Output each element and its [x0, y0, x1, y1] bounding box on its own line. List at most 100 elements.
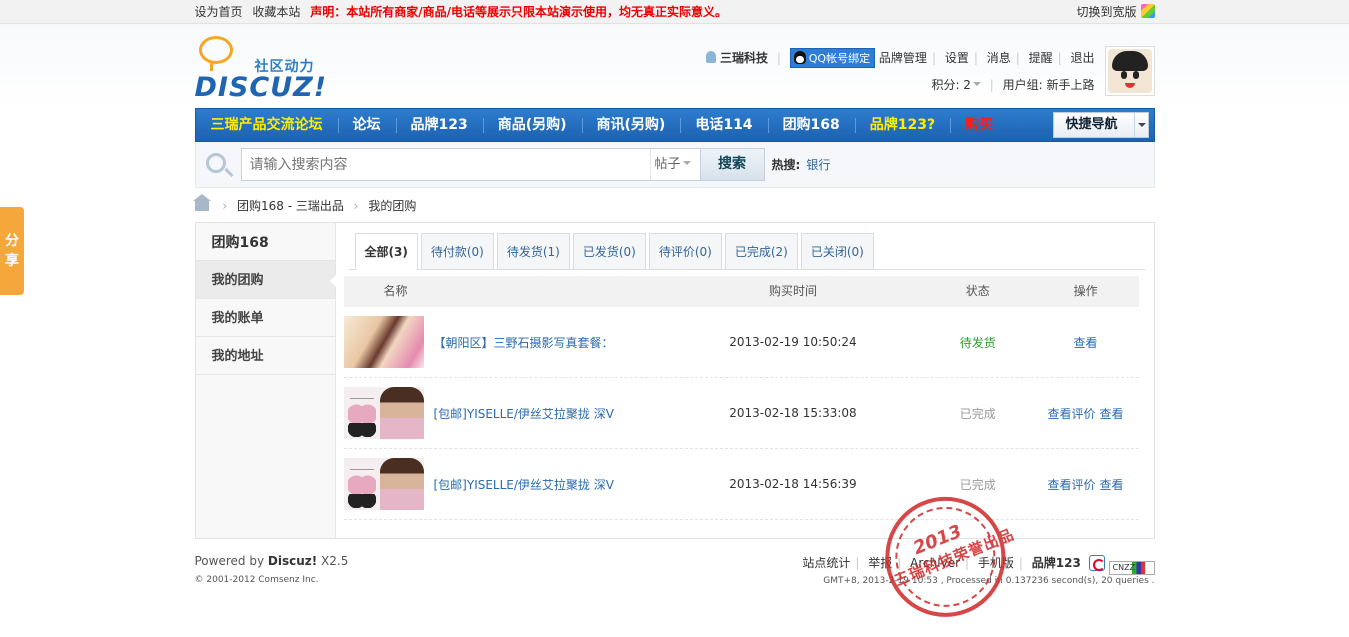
order-time: 2013-02-18 14:56:39: [729, 477, 857, 491]
wide-layout-icon: [1140, 4, 1155, 18]
table-row: [包邮]YISELLE/伊丝艾拉聚拢 深V 2013-02-18 14:56:3…: [343, 449, 1139, 520]
col-status: 状态: [965, 284, 990, 298]
chevron-down-icon: [972, 82, 981, 90]
switch-wide-label: 切换到宽版: [1076, 5, 1137, 19]
tab-all[interactable]: 全部(3): [354, 233, 418, 270]
product-image[interactable]: [343, 458, 424, 510]
view-link[interactable]: 查看: [1100, 478, 1124, 492]
chevron-down-icon: [682, 161, 691, 169]
search-type-select[interactable]: 帖子: [649, 149, 700, 180]
search-button[interactable]: 搜索: [699, 149, 764, 180]
tab-completed[interactable]: 已完成(2): [724, 233, 798, 269]
quick-nav-label: 快捷导航: [1065, 117, 1118, 132]
points-dropdown[interactable]: 积分: 2: [931, 78, 981, 92]
logo-brand: DISCUZ!: [194, 72, 328, 103]
hot-search: 热搜: 银行: [772, 156, 831, 173]
report-link[interactable]: 举报: [868, 556, 892, 570]
site-notice: 声明：本站所有商家/商品/电话等展示只限本站演示使用，均无真正实际意义。: [310, 5, 727, 19]
certification-icon[interactable]: [1088, 555, 1105, 571]
nav-item-brand-help[interactable]: 品牌123?: [854, 109, 950, 141]
sidebar-item-my-address[interactable]: 我的地址: [195, 337, 335, 375]
mobile-link[interactable]: 手机版: [978, 556, 1014, 570]
hot-search-label: 热搜:: [771, 158, 801, 172]
messages-link[interactable]: 消息: [987, 51, 1011, 65]
avatar-image: [1107, 49, 1152, 93]
brand-manage-link[interactable]: 品牌管理: [879, 51, 927, 65]
main-panel: 团购168 我的团购 我的账单 我的地址 全部(3) 待付款(0) 待发货(1)…: [194, 222, 1155, 539]
view-review-link[interactable]: 查看评价: [1048, 478, 1096, 492]
main-nav: 三瑞产品交流论坛 论坛 品牌123 商品(另购) 商讯(另购) 电话114 团购…: [194, 108, 1155, 142]
qq-bind-button[interactable]: QQ帐号绑定: [789, 48, 876, 68]
home-icon[interactable]: [192, 194, 211, 211]
view-review-link[interactable]: 查看评价: [1048, 407, 1096, 421]
header: 社区动力 DISCUZ! 三瑞科技 | QQ帐号绑定 品牌管理 | 设置 | 消息 |…: [0, 24, 1349, 108]
hot-search-word[interactable]: 银行: [806, 158, 830, 172]
share-tab[interactable]: 分享: [0, 207, 24, 295]
sidebar-item-my-groupbuy[interactable]: 我的团购: [195, 261, 336, 299]
nav-item-buy[interactable]: 购买: [950, 109, 1008, 141]
share-label: 分享: [5, 233, 19, 269]
set-home-link[interactable]: 设为首页: [195, 5, 243, 19]
discuz-link[interactable]: Discuz!: [268, 554, 317, 568]
col-name: 名称: [383, 284, 408, 298]
tab-pending-review[interactable]: 待评价(0): [648, 233, 722, 269]
avatar[interactable]: [1104, 46, 1155, 96]
tab-pending-payment[interactable]: 待付款(0): [420, 233, 494, 269]
order-tabs: 全部(3) 待付款(0) 待发货(1) 已发货(0) 待评价(0) 已完成(2)…: [348, 233, 1145, 270]
nav-item-phone[interactable]: 电话114: [680, 109, 767, 141]
quick-nav-button[interactable]: 快捷导航: [1052, 112, 1149, 138]
tab-closed[interactable]: 已关闭(0): [800, 233, 874, 269]
order-status: 待发货: [959, 335, 996, 350]
stats-link[interactable]: 站点统计: [802, 556, 850, 570]
bookmark-link[interactable]: 收藏本站: [252, 5, 300, 19]
reminders-link[interactable]: 提醒: [1029, 51, 1053, 65]
col-time: 购买时间: [768, 284, 817, 298]
switch-wide-link[interactable]: 切换到宽版: [1076, 4, 1155, 19]
chevron-down-icon: [1133, 113, 1148, 137]
server-info: GMT+8, 2013-2-19 10:53 , Processed in 0.…: [823, 576, 1155, 586]
nav-item-news[interactable]: 商讯(另购): [581, 109, 681, 141]
order-status: 已完成: [959, 406, 996, 421]
nav-item-goods[interactable]: 商品(另购): [482, 109, 582, 141]
search-input[interactable]: [241, 149, 650, 180]
search-bar: 帖子 搜索 热搜: 银行: [194, 142, 1155, 188]
user-bar: 三瑞科技 | QQ帐号绑定 品牌管理 | 设置 | 消息 | 提醒 | 退出: [706, 48, 1095, 68]
content-area: 全部(3) 待付款(0) 待发货(1) 已发货(0) 待评价(0) 已完成(2)…: [343, 233, 1145, 520]
breadcrumb: › 团购168 - 三瑞出品 › 我的团购: [192, 188, 1155, 222]
cnzz-badge[interactable]: CNZZ: [1108, 561, 1155, 575]
points-label: 积分: 2: [931, 78, 971, 92]
breadcrumb-current: 我的团购: [368, 199, 417, 213]
breadcrumb-groupbuy[interactable]: 团购168 - 三瑞出品: [237, 199, 344, 213]
top-bar: 设为首页 收藏本站 声明：本站所有商家/商品/电话等展示只限本站演示使用，均无真…: [0, 0, 1349, 24]
order-time: 2013-02-18 15:33:08: [729, 406, 857, 420]
settings-link[interactable]: 设置: [945, 51, 969, 65]
product-image[interactable]: [343, 316, 424, 368]
username-link[interactable]: 三瑞科技: [720, 51, 768, 65]
footer: Powered by Discuz! X2.5 © 2001-2012 Coms…: [195, 549, 1155, 609]
site-logo[interactable]: 社区动力 DISCUZ!: [194, 36, 335, 103]
table-row: 【朝阳区】三野石摄影写真套餐： 2013-02-19 10:50:24 待发货 …: [343, 307, 1139, 378]
user-group-link[interactable]: 用户组: 新手上路: [1003, 78, 1095, 92]
order-status: 已完成: [959, 477, 996, 492]
tab-shipped[interactable]: 已发货(0): [572, 233, 646, 269]
nav-item-home[interactable]: 三瑞产品交流论坛: [196, 109, 338, 141]
sidebar-item-my-bills[interactable]: 我的账单: [195, 299, 335, 337]
view-link[interactable]: 查看: [1100, 407, 1124, 421]
brand123-link[interactable]: 品牌123: [1032, 556, 1081, 570]
logo-bubble-icon: [198, 36, 233, 71]
nav-item-groupbuy[interactable]: 团购168: [767, 109, 855, 141]
archiver-link[interactable]: Archiver: [910, 556, 960, 570]
sidebar: 团购168 我的团购 我的账单 我的地址: [195, 223, 336, 538]
order-title-link[interactable]: 【朝阳区】三野石摄影写真套餐：: [434, 334, 614, 351]
product-image[interactable]: [343, 387, 424, 439]
sidebar-title: 团购168: [195, 223, 335, 261]
qq-penguin-icon: [793, 51, 806, 64]
order-title-link[interactable]: [包邮]YISELLE/伊丝艾拉聚拢 深V: [434, 476, 614, 493]
nav-item-forum[interactable]: 论坛: [337, 109, 396, 141]
logout-link[interactable]: 退出: [1070, 51, 1094, 65]
tab-pending-shipment[interactable]: 待发货(1): [496, 233, 570, 269]
view-link[interactable]: 查看: [1074, 336, 1098, 350]
order-title-link[interactable]: [包邮]YISELLE/伊丝艾拉聚拢 深V: [434, 405, 614, 422]
nav-item-brand[interactable]: 品牌123: [395, 109, 483, 141]
search-icon: [205, 153, 226, 173]
